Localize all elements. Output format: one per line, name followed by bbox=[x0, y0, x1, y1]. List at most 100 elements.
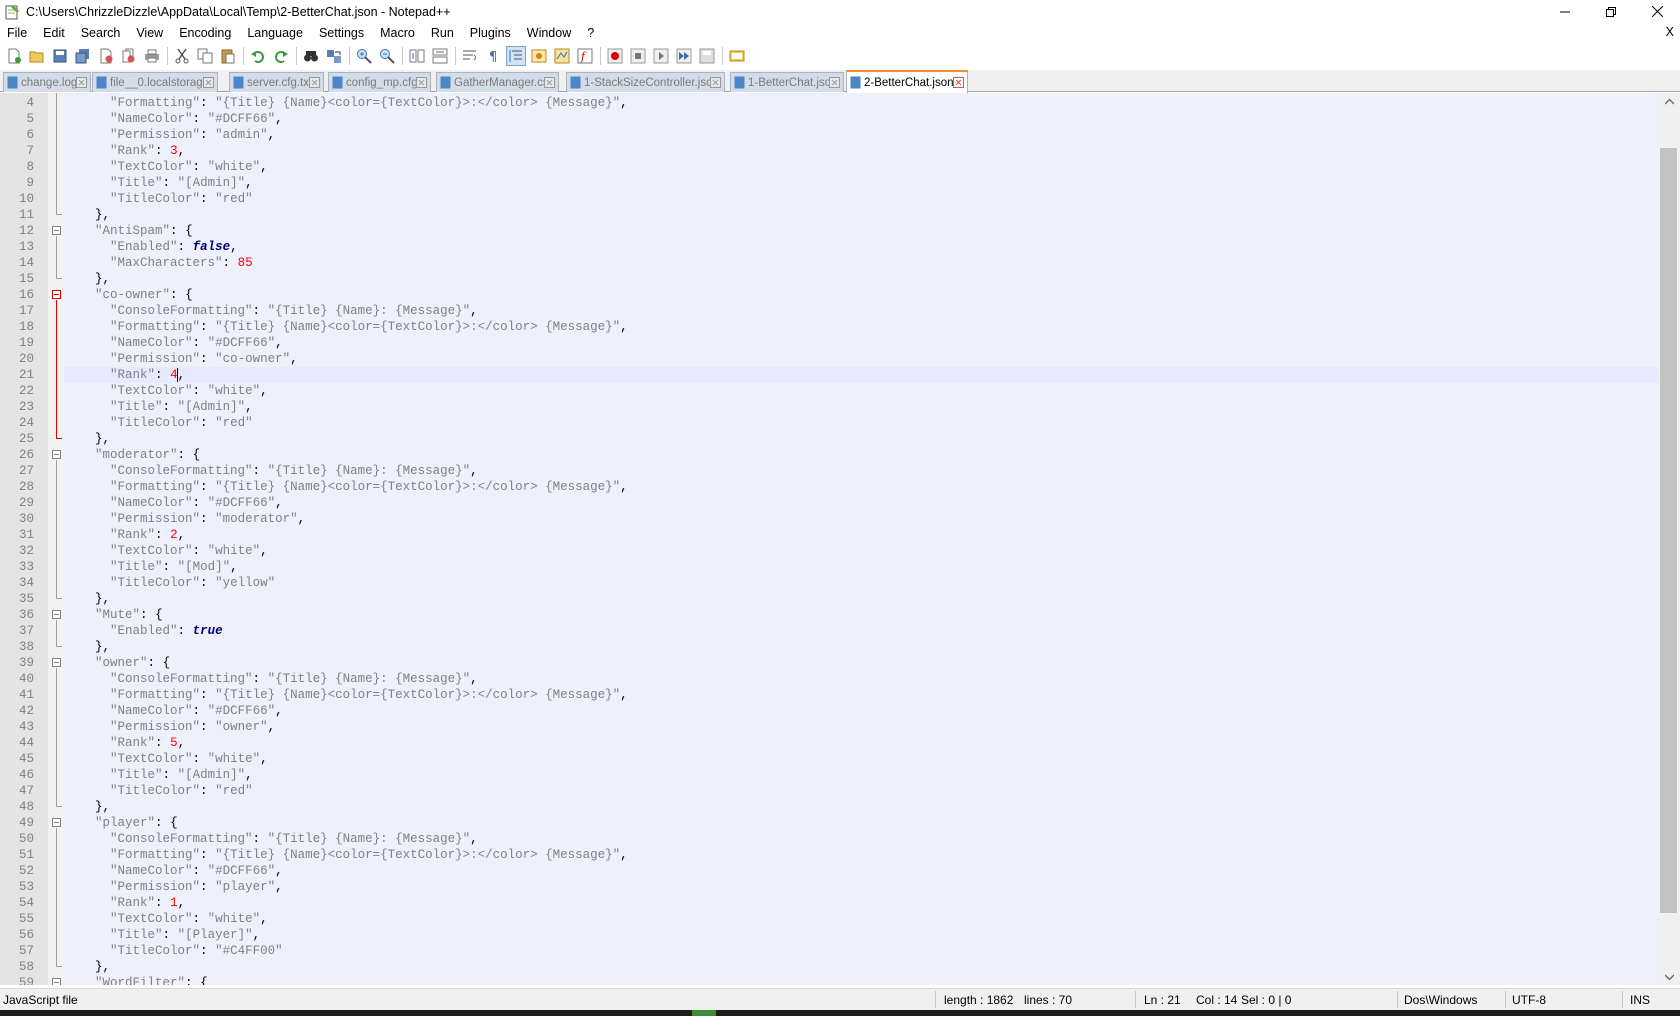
menu-plugins[interactable]: Plugins bbox=[462, 26, 519, 40]
code-line[interactable]: 58 }, bbox=[0, 959, 1680, 975]
code-line[interactable]: 51 "Formatting": "{Title} {Name}<color={… bbox=[0, 847, 1680, 863]
code-line[interactable]: 41 "Formatting": "{Title} {Name}<color={… bbox=[0, 687, 1680, 703]
tab-change-log[interactable]: change.log bbox=[3, 72, 91, 92]
code-line[interactable]: 18 "Formatting": "{Title} {Name}<color={… bbox=[0, 319, 1680, 335]
code-line[interactable]: 33 "Title": "[Mod]", bbox=[0, 559, 1680, 575]
restore-button[interactable] bbox=[1588, 0, 1634, 23]
code-editor[interactable]: 4 "Formatting": "{Title} {Name}<color={T… bbox=[0, 93, 1680, 985]
code-line[interactable]: 11 }, bbox=[0, 207, 1680, 223]
code-line[interactable]: 21 "Rank": 4, bbox=[0, 367, 1680, 383]
stop-recording-button[interactable] bbox=[628, 46, 648, 66]
code-line[interactable]: 6 "Permission": "admin", bbox=[0, 127, 1680, 143]
code-line[interactable]: 19 "NameColor": "#DCFF66", bbox=[0, 335, 1680, 351]
fold-toggle-icon[interactable] bbox=[52, 658, 61, 667]
menu-settings[interactable]: Settings bbox=[311, 26, 372, 40]
copy-button[interactable] bbox=[195, 46, 215, 66]
close-tab-icon[interactable] bbox=[309, 77, 320, 88]
code-line[interactable]: 14 "MaxCharacters": 85 bbox=[0, 255, 1680, 271]
code-line[interactable]: 35 }, bbox=[0, 591, 1680, 607]
code-line[interactable]: 29 "NameColor": "#DCFF66", bbox=[0, 495, 1680, 511]
document-map-button[interactable] bbox=[552, 46, 572, 66]
close-tab-icon[interactable] bbox=[829, 77, 840, 88]
save-macro-button[interactable] bbox=[697, 46, 717, 66]
code-line[interactable]: 50 "ConsoleFormatting": "{Title} {Name}:… bbox=[0, 831, 1680, 847]
menu-language[interactable]: Language bbox=[239, 26, 311, 40]
undo-button[interactable] bbox=[248, 46, 268, 66]
new-file-button[interactable] bbox=[4, 46, 24, 66]
close-tab-icon[interactable] bbox=[76, 77, 87, 88]
tab-1-betterchat[interactable]: 1-BetterChat.json bbox=[730, 72, 844, 92]
save-button[interactable] bbox=[50, 46, 70, 66]
playback-macro-button[interactable] bbox=[651, 46, 671, 66]
code-line[interactable]: 23 "Title": "[Admin]", bbox=[0, 399, 1680, 415]
code-line[interactable]: 52 "NameColor": "#DCFF66", bbox=[0, 863, 1680, 879]
code-line[interactable]: 22 "TextColor": "white", bbox=[0, 383, 1680, 399]
function-list-button[interactable]: f bbox=[575, 46, 595, 66]
user-defined-language-button[interactable] bbox=[529, 46, 549, 66]
code-line[interactable]: 44 "Rank": 5, bbox=[0, 735, 1680, 751]
code-line[interactable]: 55 "TextColor": "white", bbox=[0, 911, 1680, 927]
paste-button[interactable] bbox=[218, 46, 238, 66]
run-macro-multiple-button[interactable] bbox=[674, 46, 694, 66]
tab-stacksizecontroller[interactable]: 1-StackSizeController.json bbox=[566, 72, 725, 92]
close-tab-icon[interactable] bbox=[544, 77, 555, 88]
close-tab-icon[interactable] bbox=[203, 77, 214, 88]
redo-button[interactable] bbox=[271, 46, 291, 66]
code-line[interactable]: 42 "NameColor": "#DCFF66", bbox=[0, 703, 1680, 719]
status-insert-mode[interactable]: INS bbox=[1630, 993, 1650, 1007]
code-line[interactable]: 26 "moderator": { bbox=[0, 447, 1680, 463]
close-window-button[interactable] bbox=[1634, 0, 1680, 23]
code-line[interactable]: 5 "NameColor": "#DCFF66", bbox=[0, 111, 1680, 127]
tab-config-mp[interactable]: config_mp.cfg bbox=[328, 72, 431, 92]
menu-edit[interactable]: Edit bbox=[35, 26, 73, 40]
vertical-scrollbar[interactable] bbox=[1658, 93, 1680, 985]
code-line[interactable]: 56 "Title": "[Player]", bbox=[0, 927, 1680, 943]
code-line[interactable]: 24 "TitleColor": "red" bbox=[0, 415, 1680, 431]
fold-toggle-icon[interactable] bbox=[52, 978, 61, 985]
menu-window[interactable]: Window bbox=[519, 26, 579, 40]
code-line[interactable]: 37 "Enabled": true bbox=[0, 623, 1680, 639]
code-line[interactable]: 48 }, bbox=[0, 799, 1680, 815]
zoom-out-button[interactable] bbox=[377, 46, 397, 66]
close-tab-icon[interactable] bbox=[953, 77, 964, 88]
tab-file-localstorage[interactable]: file__0.localstorage bbox=[92, 72, 218, 92]
code-line[interactable]: 10 "TitleColor": "red" bbox=[0, 191, 1680, 207]
close-tab-icon[interactable] bbox=[416, 77, 427, 88]
code-line[interactable]: 28 "Formatting": "{Title} {Name}<color={… bbox=[0, 479, 1680, 495]
tab-2-betterchat[interactable]: 2-BetterChat.json bbox=[846, 70, 968, 93]
word-wrap-button[interactable] bbox=[460, 46, 480, 66]
menu-file[interactable]: File bbox=[0, 26, 35, 40]
code-line[interactable]: 39 "owner": { bbox=[0, 655, 1680, 671]
code-line[interactable]: 45 "TextColor": "white", bbox=[0, 751, 1680, 767]
code-line[interactable]: 15 }, bbox=[0, 271, 1680, 287]
code-line[interactable]: 30 "Permission": "moderator", bbox=[0, 511, 1680, 527]
code-line[interactable]: 9 "Title": "[Admin]", bbox=[0, 175, 1680, 191]
code-line[interactable]: 27 "ConsoleFormatting": "{Title} {Name}:… bbox=[0, 463, 1680, 479]
code-line[interactable]: 59 "WordFilter": { bbox=[0, 975, 1680, 985]
fold-toggle-icon[interactable] bbox=[52, 818, 61, 827]
code-line[interactable]: 31 "Rank": 2, bbox=[0, 527, 1680, 543]
close-file-button[interactable] bbox=[96, 46, 116, 66]
scroll-up-button[interactable] bbox=[1658, 93, 1680, 110]
code-line[interactable]: 12 "AntiSpam": { bbox=[0, 223, 1680, 239]
replace-button[interactable] bbox=[324, 46, 344, 66]
cut-button[interactable] bbox=[172, 46, 192, 66]
find-button[interactable] bbox=[301, 46, 321, 66]
code-line[interactable]: 57 "TitleColor": "#C4FF00" bbox=[0, 943, 1680, 959]
menu-encoding[interactable]: Encoding bbox=[171, 26, 239, 40]
fold-toggle-icon[interactable] bbox=[52, 450, 61, 459]
code-line[interactable]: 17 "ConsoleFormatting": "{Title} {Name}:… bbox=[0, 303, 1680, 319]
record-macro-button[interactable] bbox=[605, 46, 625, 66]
code-line[interactable]: 16 "co-owner": { bbox=[0, 287, 1680, 303]
status-eol-format[interactable]: Dos\Windows bbox=[1404, 993, 1477, 1007]
code-line[interactable]: 54 "Rank": 1, bbox=[0, 895, 1680, 911]
show-all-chars-button[interactable]: ¶ bbox=[483, 46, 503, 66]
code-line[interactable]: 13 "Enabled": false, bbox=[0, 239, 1680, 255]
save-all-button[interactable] bbox=[73, 46, 93, 66]
fold-toggle-icon[interactable] bbox=[52, 226, 61, 235]
scroll-thumb[interactable] bbox=[1660, 148, 1677, 913]
code-line[interactable]: 40 "ConsoleFormatting": "{Title} {Name}:… bbox=[0, 671, 1680, 687]
close-tab-icon[interactable] bbox=[710, 77, 721, 88]
code-line[interactable]: 38 }, bbox=[0, 639, 1680, 655]
code-line[interactable]: 25 }, bbox=[0, 431, 1680, 447]
